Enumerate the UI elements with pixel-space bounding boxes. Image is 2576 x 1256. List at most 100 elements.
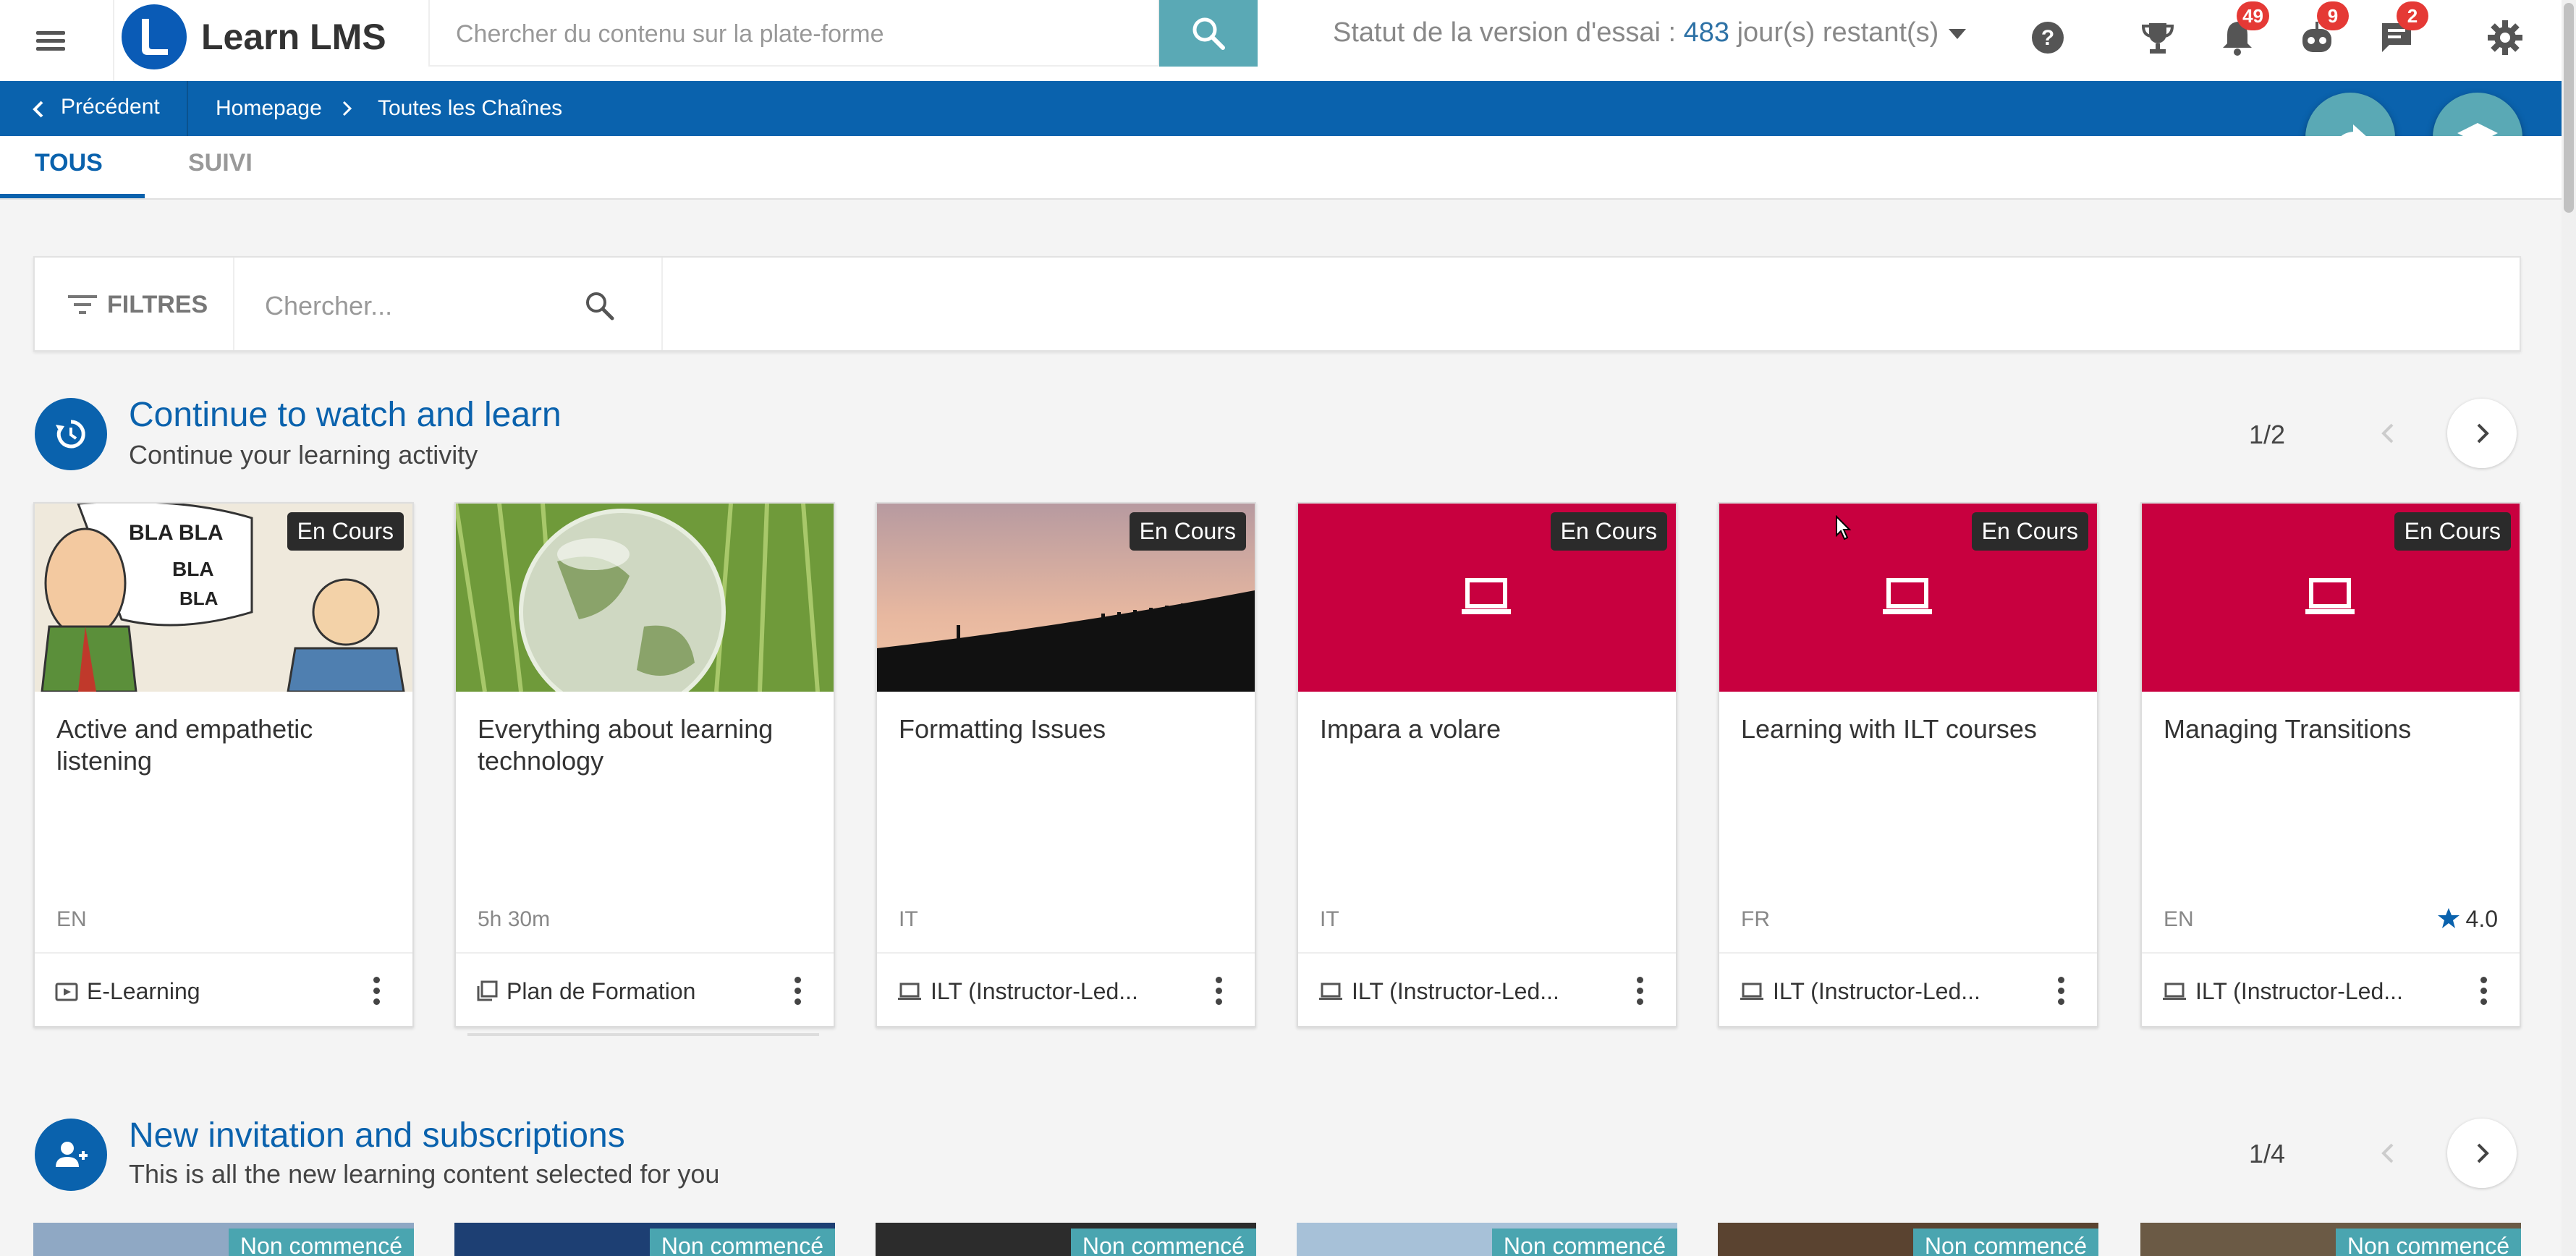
carousel-next-button[interactable] xyxy=(2447,1119,2517,1188)
trial-status-dropdown[interactable]: Statut de la version d'essai : 483 jour(… xyxy=(1333,17,1967,48)
carousel-prev-button[interactable] xyxy=(2355,1119,2424,1188)
back-button[interactable]: Précédent xyxy=(0,81,188,136)
course-card[interactable]: En Cours Formatting Issues IT ILT (Instr… xyxy=(876,502,1256,1027)
play-screen-icon xyxy=(55,983,78,1001)
status-badge: En Cours xyxy=(2394,512,2511,551)
course-footer: Plan de Formation xyxy=(456,952,834,1026)
chevron-right-icon xyxy=(342,101,352,116)
course-title[interactable]: Everything about learning technology xyxy=(478,713,810,777)
course-title[interactable]: Managing Transitions xyxy=(2164,713,2496,745)
laptop-icon xyxy=(2305,578,2355,614)
carousel-prev-button[interactable] xyxy=(2355,399,2424,468)
caret-down-icon xyxy=(1949,28,1967,39)
page-scrollbar-thumb[interactable] xyxy=(2564,3,2574,213)
more-options-icon[interactable] xyxy=(2476,975,2491,1007)
course-type: ILT (Instructor-Led... xyxy=(1318,978,1559,1005)
status-badge: Non commencé xyxy=(228,1229,414,1256)
history-icon xyxy=(35,398,107,470)
course-card[interactable]: Non commencé xyxy=(454,1223,835,1256)
course-rating-value: 4.0 xyxy=(2465,906,2498,932)
course-language: IT xyxy=(899,907,918,931)
trial-prefix: Statut de la version d'essai : xyxy=(1333,17,1684,48)
more-options-icon[interactable] xyxy=(1632,975,1647,1007)
more-options-icon[interactable] xyxy=(369,975,384,1007)
course-footer: ILT (Instructor-Led... xyxy=(2142,952,2520,1026)
course-card[interactable]: Non commencé xyxy=(2140,1223,2521,1256)
messages-icon[interactable]: 2 xyxy=(2375,1,2428,59)
chevron-left-icon xyxy=(33,101,43,118)
catalog-search-input[interactable]: Chercher... xyxy=(236,258,663,350)
more-options-icon[interactable] xyxy=(2054,975,2068,1007)
course-type: Plan de Formation xyxy=(476,978,695,1005)
course-type: ILT (Instructor-Led... xyxy=(897,978,1138,1005)
course-language: FR xyxy=(1741,907,1770,931)
course-card[interactable]: En Cours Learning with ILT courses FR IL… xyxy=(1718,502,2098,1027)
help-icon[interactable]: ? xyxy=(2026,16,2069,59)
laptop-icon xyxy=(1462,578,1511,614)
course-title[interactable]: Active and empathetic listening xyxy=(56,713,389,777)
course-card[interactable]: En Cours Impara a volare IT ILT (Instruc… xyxy=(1297,502,1677,1027)
laptop-icon xyxy=(1883,578,1932,614)
course-thumbnail xyxy=(456,504,834,692)
course-card[interactable]: Non commencé xyxy=(876,1223,1256,1256)
section-title-invitations[interactable]: New invitation and subscriptions xyxy=(129,1116,625,1155)
tab-tous[interactable]: TOUS xyxy=(35,149,103,177)
notifications-bell-icon[interactable]: 49 xyxy=(2216,1,2269,59)
status-badge: En Cours xyxy=(287,512,404,551)
breadcrumb: Précédent Homepage Toutes les Chaînes xyxy=(0,81,2562,136)
menu-icon[interactable] xyxy=(29,19,72,62)
more-options-icon[interactable] xyxy=(790,975,805,1007)
bot-icon[interactable]: 9 xyxy=(2295,1,2349,59)
course-type-label: ILT (Instructor-Led... xyxy=(1352,978,1559,1004)
messages-badge: 2 xyxy=(2397,1,2428,30)
carousel-next-button[interactable] xyxy=(2447,399,2517,468)
section-subtitle-continue: Continue your learning activity xyxy=(129,440,478,470)
course-thumbnail: En Cours xyxy=(1298,504,1676,692)
global-search-button[interactable] xyxy=(1159,0,1258,67)
course-card[interactable]: Everything about learning technology 5h … xyxy=(454,502,835,1027)
course-card[interactable]: Non commencé xyxy=(1718,1223,2098,1256)
section-subtitle-invitations: This is all the new learning content sel… xyxy=(129,1159,720,1189)
active-tab-indicator xyxy=(0,194,145,198)
course-type: ILT (Instructor-Led... xyxy=(1740,978,1980,1005)
course-language: IT xyxy=(1320,907,1339,931)
chevron-right-icon xyxy=(2477,1143,2489,1163)
course-card[interactable]: BLA BLA BLA BLA En Cours Active and empa… xyxy=(33,502,414,1027)
global-search-placeholder: Chercher du contenu sur la plate-forme xyxy=(456,20,884,48)
course-card[interactable]: Non commencé xyxy=(33,1223,414,1256)
status-badge: En Cours xyxy=(1129,512,1246,551)
course-card[interactable]: En Cours Managing Transitions EN 4.0 ILT… xyxy=(2140,502,2521,1027)
course-title[interactable]: Learning with ILT courses xyxy=(1741,713,2074,745)
course-type-label: ILT (Instructor-Led... xyxy=(1773,978,1980,1004)
chevron-left-icon xyxy=(2381,1143,2394,1163)
top-bar: Learn LMS Chercher du contenu sur la pla… xyxy=(0,0,2576,81)
course-footer: ILT (Instructor-Led... xyxy=(877,952,1255,1026)
course-footer: ILT (Instructor-Led... xyxy=(1298,952,1676,1026)
global-search-input[interactable]: Chercher du contenu sur la plate-forme xyxy=(428,0,1159,67)
card-stack-decoration xyxy=(467,1033,819,1036)
course-thumbnail: BLA BLA BLA BLA En Cours xyxy=(35,504,412,692)
tab-suivi[interactable]: SUIVI xyxy=(188,149,253,177)
trophy-icon[interactable] xyxy=(2136,16,2179,59)
svg-text:?: ? xyxy=(2041,26,2054,50)
logo[interactable]: Learn LMS xyxy=(113,0,425,81)
course-thumbnail: En Cours xyxy=(877,504,1255,692)
settings-gear-icon[interactable] xyxy=(2483,16,2527,59)
status-badge: Non commencé xyxy=(2335,1229,2521,1256)
breadcrumb-current: Toutes les Chaînes xyxy=(378,96,563,120)
more-options-icon[interactable] xyxy=(1211,975,1226,1007)
search-icon[interactable] xyxy=(583,289,615,321)
breadcrumb-home-link[interactable]: Homepage xyxy=(216,96,322,121)
laptop-icon xyxy=(1740,983,1763,1000)
course-card[interactable]: Non commencé xyxy=(1297,1223,1677,1256)
status-badge: En Cours xyxy=(1550,512,1667,551)
filters-button[interactable]: FILTRES xyxy=(35,258,234,350)
course-title[interactable]: Formatting Issues xyxy=(899,713,1232,745)
laptop-icon xyxy=(1319,983,1342,1000)
laptop-icon xyxy=(2163,983,2186,1000)
trial-days: 483 xyxy=(1683,17,1730,48)
section-title-continue[interactable]: Continue to watch and learn xyxy=(129,395,562,435)
course-type-label: Plan de Formation xyxy=(507,978,696,1004)
course-title[interactable]: Impara a volare xyxy=(1320,713,1653,745)
course-rating: 4.0 xyxy=(2437,906,2498,933)
